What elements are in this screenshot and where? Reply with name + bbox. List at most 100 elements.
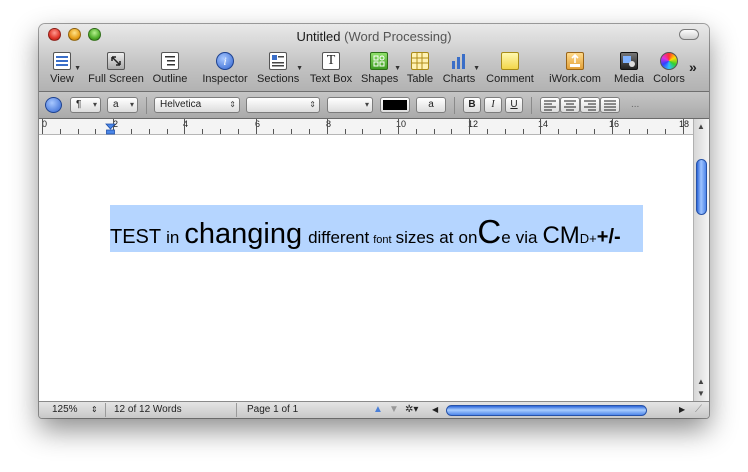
ruler-tick bbox=[629, 129, 631, 134]
bold-button[interactable]: B bbox=[463, 97, 481, 113]
ruler-tick bbox=[59, 129, 61, 134]
inspector-icon: i bbox=[216, 52, 234, 70]
zoom-level[interactable]: 125% bbox=[52, 404, 78, 415]
character-style-popup[interactable]: a ▾ bbox=[107, 97, 138, 113]
resize-grip-icon[interactable]: ⟋ bbox=[695, 404, 702, 415]
word: TEST bbox=[110, 226, 162, 248]
toolbar-label: Comment bbox=[486, 73, 534, 85]
ruler-tick bbox=[166, 129, 168, 134]
divider bbox=[236, 403, 237, 417]
word: sizes bbox=[395, 228, 435, 247]
toolbar-outline[interactable]: Outline bbox=[151, 52, 189, 88]
toolbar-view[interactable]: ▼ View bbox=[47, 52, 81, 88]
toolbar-overflow-button[interactable]: » bbox=[689, 59, 697, 75]
updown-arrows-icon[interactable]: ⇕ bbox=[91, 405, 98, 414]
typeface-popup[interactable]: ⇕ bbox=[246, 97, 320, 113]
font-family-value: Helvetica bbox=[160, 99, 202, 110]
toolbar-comment[interactable]: Comment bbox=[485, 52, 535, 88]
paragraph-style-popup[interactable]: ¶ ▾ bbox=[70, 97, 101, 113]
scroll-right-icon[interactable]: ▶ bbox=[679, 405, 685, 414]
highlight-color-well[interactable]: a bbox=[416, 97, 446, 113]
toolbar-label: View bbox=[50, 73, 74, 85]
toolbar-iwork[interactable]: iWork.com bbox=[547, 52, 603, 88]
ruler-tick bbox=[309, 129, 310, 134]
scroll-up-icon[interactable]: ▲ bbox=[697, 122, 705, 131]
toolbar-charts[interactable]: ▼ Charts bbox=[442, 52, 480, 88]
vertical-scrollbar[interactable]: ▲ ▲ ▼ bbox=[693, 119, 709, 401]
divider bbox=[146, 97, 147, 114]
toolbar-full-screen[interactable]: Full Screen bbox=[88, 52, 144, 88]
align-right-button[interactable] bbox=[580, 97, 600, 113]
indent-marker-icon[interactable] bbox=[105, 123, 116, 135]
ruler-tick bbox=[344, 129, 346, 134]
ruler-tick bbox=[540, 119, 542, 134]
toolbar-label: Outline bbox=[152, 73, 188, 85]
font-size-combo[interactable]: ▾ bbox=[327, 97, 373, 113]
ruler-label: 16 bbox=[609, 119, 620, 129]
ruler-tick bbox=[665, 129, 666, 134]
next-page-icon[interactable]: ▼ bbox=[389, 404, 399, 415]
colors-icon bbox=[660, 52, 678, 70]
chevron-down-icon: ▾ bbox=[92, 100, 97, 109]
toolbar-media[interactable]: Media bbox=[612, 52, 646, 88]
toolbar-sections[interactable]: ▼ Sections bbox=[257, 52, 303, 88]
italic-button[interactable]: I bbox=[484, 97, 502, 113]
document-paragraph[interactable]: TEST in changing different font sizes at… bbox=[110, 215, 621, 249]
paragraph-symbol: ¶ bbox=[76, 99, 82, 110]
divider bbox=[454, 97, 455, 114]
gear-icon[interactable]: ✲▾ bbox=[405, 404, 418, 415]
divider bbox=[105, 403, 106, 417]
ruler-tick bbox=[433, 129, 435, 134]
chevron-down-icon: ▼ bbox=[473, 65, 480, 72]
ruler-tick bbox=[504, 129, 506, 134]
word: via bbox=[515, 228, 538, 247]
ruler-label: 18 bbox=[679, 119, 690, 129]
text-color-well[interactable] bbox=[380, 97, 410, 113]
chevron-down-icon: ▾ bbox=[364, 100, 369, 109]
ruler-tick bbox=[362, 129, 364, 134]
word: C bbox=[477, 213, 502, 250]
word: on bbox=[458, 228, 478, 247]
word: in bbox=[166, 228, 180, 247]
comment-icon bbox=[501, 52, 519, 70]
word-count: 12 of 12 Words bbox=[114, 404, 182, 415]
align-center-button[interactable] bbox=[560, 97, 580, 113]
ruler[interactable]: 0 2 4 6 8 10 12 14 16 18 bbox=[39, 119, 709, 135]
chevron-down-icon: ▾ bbox=[129, 100, 134, 109]
scroll-up-icon[interactable]: ▲ bbox=[697, 377, 705, 386]
ruler-tick bbox=[398, 119, 399, 134]
toolbar-inspector[interactable]: i Inspector bbox=[201, 52, 249, 88]
word: CM bbox=[542, 222, 580, 249]
justify-button[interactable] bbox=[600, 97, 620, 113]
textbox-icon: T bbox=[322, 52, 340, 70]
chevron-down-icon: ▼ bbox=[394, 65, 401, 72]
toolbar-table[interactable]: Table bbox=[404, 52, 436, 88]
media-icon bbox=[620, 52, 638, 70]
font-family-popup[interactable]: Helvetica ⇕ bbox=[154, 97, 240, 113]
paragraph-style-icon[interactable] bbox=[45, 97, 62, 113]
divider bbox=[531, 97, 532, 114]
document-canvas[interactable]: TEST in changing different font sizes at… bbox=[39, 135, 693, 401]
charts-icon bbox=[450, 52, 468, 70]
toolbar-shapes[interactable]: ▼ Shapes bbox=[361, 52, 401, 88]
ruler-tick bbox=[255, 119, 257, 134]
horizontal-scroll-thumb[interactable] bbox=[446, 405, 647, 416]
ruler-tick bbox=[469, 119, 471, 134]
align-left-button[interactable] bbox=[540, 97, 560, 113]
ruler-tick bbox=[558, 129, 560, 134]
scroll-left-icon[interactable]: ◀ bbox=[432, 405, 438, 414]
previous-page-icon[interactable]: ▲ bbox=[373, 404, 383, 415]
scroll-down-icon[interactable]: ▼ bbox=[697, 389, 705, 398]
toolbar-label: Table bbox=[406, 73, 434, 85]
ruler-tick bbox=[611, 119, 613, 134]
fullscreen-icon bbox=[107, 52, 125, 70]
toolbar-colors[interactable]: Colors bbox=[651, 52, 687, 88]
sections-icon bbox=[269, 52, 287, 70]
toolbar-label: Sections bbox=[257, 73, 300, 85]
vertical-scroll-thumb[interactable] bbox=[696, 159, 707, 215]
ruler-tick bbox=[148, 129, 150, 134]
more-options[interactable]: ... bbox=[631, 99, 639, 110]
ruler-tick bbox=[522, 129, 524, 134]
toolbar-text-box[interactable]: T Text Box bbox=[308, 52, 354, 88]
underline-button[interactable]: U bbox=[505, 97, 523, 113]
